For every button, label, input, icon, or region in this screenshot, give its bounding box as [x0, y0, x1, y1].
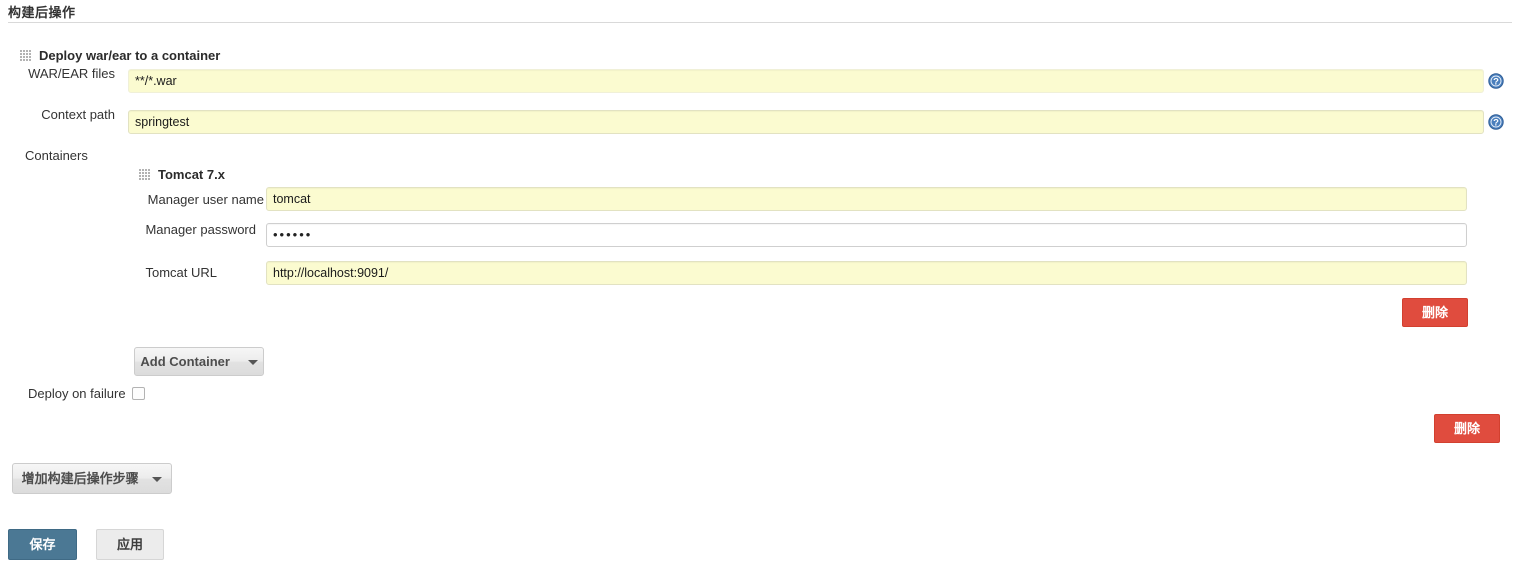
- tomcat-url-input[interactable]: http://localhost:9091/: [266, 261, 1467, 285]
- containers-label: Containers: [25, 148, 88, 163]
- container-block-title: Tomcat 7.x: [139, 166, 225, 182]
- add-post-build-step-button[interactable]: 增加构建后操作步骤: [12, 463, 172, 494]
- apply-button[interactable]: 应用: [96, 529, 164, 560]
- add-post-build-step-label: 增加构建后操作步骤: [21, 471, 139, 486]
- publisher-title-text: Deploy war/ear to a container: [39, 48, 221, 64]
- deploy-on-failure-checkbox[interactable]: [132, 387, 145, 400]
- help-icon-context-path[interactable]: ?: [1488, 114, 1504, 130]
- page-title: 构建后操作: [8, 5, 76, 20]
- manager-password-label: Manager password: [145, 222, 256, 237]
- chevron-down-icon: [247, 360, 258, 366]
- add-container-button[interactable]: Add Container: [134, 347, 264, 376]
- drag-grip-icon[interactable]: [20, 50, 31, 62]
- svg-text:?: ?: [1493, 118, 1499, 129]
- manager-user-name-label: Manager user name: [147, 192, 264, 207]
- publisher-block-title: Deploy war/ear to a container: [20, 47, 220, 63]
- help-icon-war-ear-files[interactable]: ?: [1488, 73, 1504, 89]
- add-container-label: Add Container: [140, 354, 230, 369]
- manager-user-name-input[interactable]: tomcat: [266, 187, 1467, 211]
- drag-grip-icon[interactable]: [139, 169, 150, 181]
- deploy-on-failure-label: Deploy on failure: [28, 386, 126, 401]
- war-ear-files-input[interactable]: **/*.war: [128, 69, 1484, 93]
- tomcat-url-label: Tomcat URL: [145, 265, 217, 280]
- context-path-input[interactable]: springtest: [128, 110, 1484, 134]
- section-divider: [8, 22, 1512, 23]
- chevron-down-icon: [152, 477, 163, 483]
- context-path-label: Context path: [41, 107, 115, 122]
- manager-password-input[interactable]: ••••••: [266, 223, 1467, 247]
- container-title-text: Tomcat 7.x: [158, 167, 225, 183]
- save-button[interactable]: 保存: [8, 529, 77, 560]
- delete-publisher-button[interactable]: 删除: [1434, 414, 1500, 443]
- delete-container-button[interactable]: 删除: [1402, 298, 1468, 327]
- password-masked-value: ••••••: [273, 227, 313, 242]
- svg-text:?: ?: [1493, 77, 1499, 88]
- war-ear-files-label: WAR/EAR files: [28, 66, 115, 81]
